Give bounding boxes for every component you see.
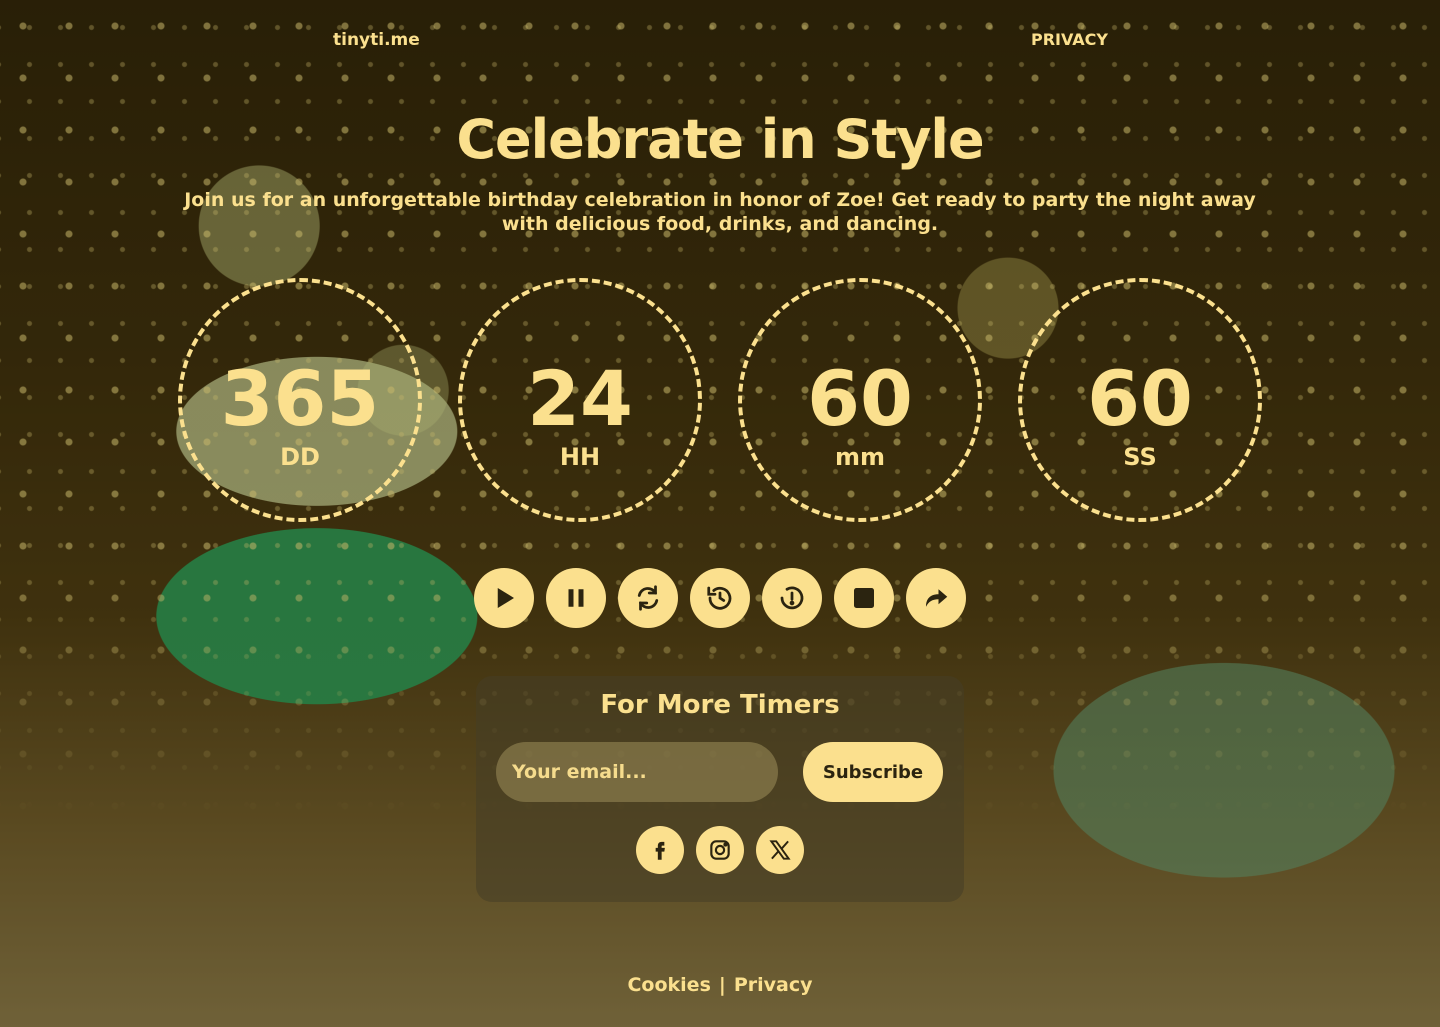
stop-icon [854, 588, 874, 608]
facebook-icon [655, 841, 665, 860]
hours-label: HH [559, 443, 601, 471]
seconds-label: SS [1123, 443, 1157, 471]
history-icon [707, 586, 732, 610]
rewind-button[interactable] [690, 568, 750, 628]
page-subtitle: Join us for an unforgettable birthday ce… [184, 189, 1256, 235]
instagram-button[interactable] [696, 826, 744, 874]
minutes-label: mm [834, 443, 885, 471]
seconds-value: 60 [1087, 354, 1193, 443]
privacy-link-footer[interactable]: Privacy [734, 974, 813, 996]
minutes-value: 60 [807, 354, 913, 443]
timer-reset-icon [780, 586, 804, 610]
play-icon [497, 588, 514, 608]
share-button[interactable] [906, 568, 966, 628]
countdown-hours: 24 HH [458, 278, 702, 522]
refresh-icon [637, 585, 659, 611]
page-title: Celebrate in Style [456, 108, 984, 171]
instagram-icon [710, 840, 730, 860]
stop-button[interactable] [834, 568, 894, 628]
pause-button[interactable] [546, 568, 606, 628]
subscribe-title: For More Timers [600, 690, 840, 720]
privacy-link-top[interactable]: PRIVACY [1031, 30, 1108, 49]
reset-button[interactable] [762, 568, 822, 628]
restart-button[interactable] [618, 568, 678, 628]
x-icon [769, 840, 791, 860]
footer: Cookies | Privacy [0, 974, 1440, 996]
countdown-days: 365 DD [178, 278, 422, 522]
countdown-seconds: 60 SS [1018, 278, 1262, 522]
share-icon [926, 589, 948, 607]
countdown-minutes: 60 mm [738, 278, 982, 522]
days-label: DD [280, 443, 320, 471]
timer-controls [474, 568, 966, 628]
email-input[interactable] [496, 742, 778, 802]
subscribe-button[interactable]: Subscribe [803, 742, 943, 802]
facebook-button[interactable] [636, 826, 684, 874]
footer-separator: | [718, 974, 726, 996]
social-links [636, 826, 804, 874]
brand-link[interactable]: tinyti.me [333, 30, 420, 50]
days-value: 365 [220, 354, 380, 443]
cookies-link[interactable]: Cookies [627, 974, 710, 996]
play-button[interactable] [474, 568, 534, 628]
pause-icon [568, 589, 584, 607]
x-button[interactable] [756, 826, 804, 874]
hours-value: 24 [527, 354, 633, 443]
